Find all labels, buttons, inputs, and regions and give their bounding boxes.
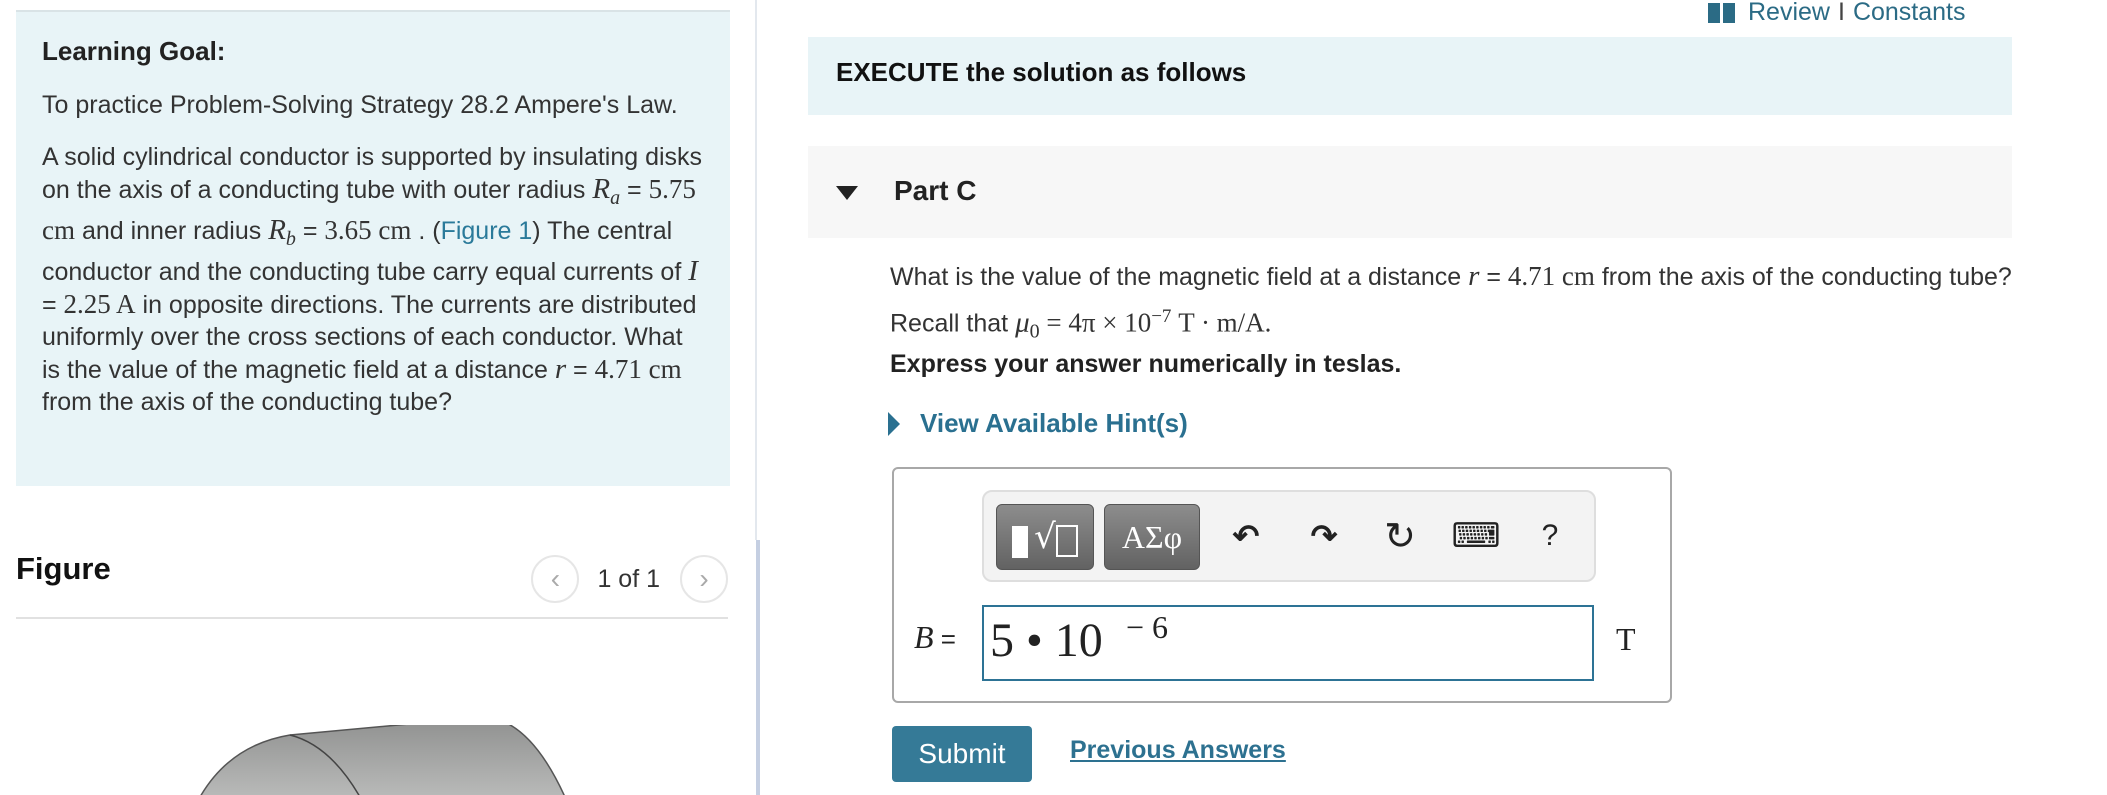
figure-pager: ‹ 1 of 1 › [531, 555, 728, 603]
reset-icon: ↻ [1384, 515, 1416, 558]
answer-variable-label: B = [914, 619, 956, 655]
tube-body [200, 725, 565, 795]
keyboard-icon: ⌨ [1451, 516, 1501, 556]
root-icon: √ [1034, 517, 1056, 557]
templates-button[interactable]: √ [996, 504, 1094, 570]
help-icon: ? [1541, 519, 1559, 552]
section-banner: EXECUTE the solution as follows [808, 37, 2012, 115]
part-header[interactable]: Part C [808, 146, 2012, 238]
collapse-triangle-icon[interactable] [836, 186, 858, 200]
expand-triangle-icon [888, 411, 900, 436]
answer-input[interactable]: 5 • 10 − 6 [982, 605, 1594, 681]
constants-link[interactable]: Constants [1853, 0, 1966, 27]
review-link[interactable]: Review [1748, 0, 1830, 27]
figure-page-indicator: 1 of 1 [597, 564, 660, 593]
part-label: Part C [894, 175, 977, 206]
reset-button[interactable]: ↻ [1378, 514, 1422, 558]
question-text: What is the value of the magnetic field … [890, 260, 2012, 343]
learning-goal-box: Learning Goal: To practice Problem-Solvi… [16, 10, 730, 486]
template-block-icon [1012, 526, 1029, 558]
left-panel: Learning Goal: To practice Problem-Solvi… [0, 0, 755, 795]
undo-icon: ↶ [1232, 518, 1260, 554]
problem-statement: A solid cylindrical conductor is support… [42, 143, 703, 416]
redo-icon: ↷ [1310, 518, 1338, 554]
keyboard-button[interactable]: ⌨ [1451, 514, 1501, 558]
greek-symbols-icon: ΑΣφ [1121, 518, 1183, 555]
top-links: Review I Constants [1708, 0, 1966, 27]
undo-button[interactable]: ↶ [1224, 514, 1268, 558]
figure-title: Figure [16, 551, 111, 586]
previous-answers-link[interactable]: Previous Answers [1070, 736, 1286, 765]
math-toolbar: √ ΑΣφ ↶ ↷ ↻ ⌨ ? [982, 490, 1596, 582]
link-separator: I [1837, 0, 1845, 26]
figure-header: Figure ‹ 1 of 1 › [16, 545, 728, 619]
hints-label: View Available Hint(s) [920, 408, 1188, 438]
answer-exponent: − 6 [1126, 609, 1169, 645]
redo-button[interactable]: ↷ [1302, 514, 1346, 558]
chevron-left-icon: ‹ [550, 563, 561, 594]
answer-area: √ ΑΣφ ↶ ↷ ↻ ⌨ ? B = 5 • 10 − 6 T [892, 467, 1672, 703]
answer-value: 5 • 10 [990, 614, 1103, 667]
figure-next-button[interactable]: › [680, 555, 728, 603]
figure-prev-button[interactable]: ‹ [531, 555, 580, 603]
help-button[interactable]: ? [1528, 514, 1572, 558]
chevron-right-icon: › [699, 563, 709, 594]
view-hints-toggle[interactable]: View Available Hint(s) [888, 408, 1188, 439]
right-panel: Review I Constants EXECUTE the solution … [758, 0, 2107, 795]
section-banner-text: EXECUTE the solution as follows [836, 57, 1247, 87]
conducting-tube-figure[interactable] [190, 725, 630, 795]
learning-goal-intro: To practice Problem-Solving Strategy 28.… [42, 91, 678, 119]
figure-link[interactable]: Figure 1 [441, 217, 533, 245]
learning-goal-heading: Learning Goal: [42, 36, 226, 66]
book-icon [1708, 2, 1736, 23]
answer-instruction: Express your answer numerically in tesla… [890, 350, 1402, 378]
submit-button[interactable]: Submit [892, 726, 1032, 782]
greek-symbols-button[interactable]: ΑΣφ [1104, 504, 1200, 570]
answer-unit: T [1616, 621, 1636, 657]
